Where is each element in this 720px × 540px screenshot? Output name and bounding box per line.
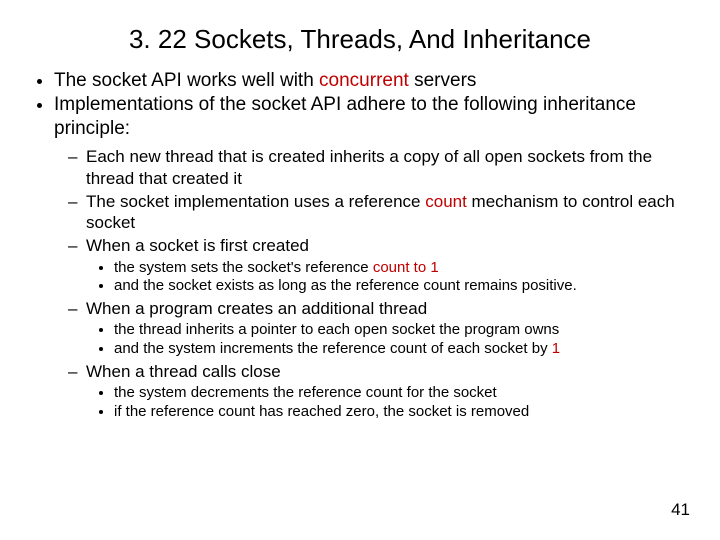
subsub-list-1: the system sets the socket's reference c… bbox=[86, 259, 692, 297]
sub-3: When a socket is first created the syste… bbox=[86, 235, 692, 296]
sub-5: When a thread calls close the system dec… bbox=[86, 361, 692, 422]
subsub-5b: if the reference count has reached zero,… bbox=[114, 403, 692, 422]
slide: 3. 22 Sockets, Threads, And Inheritance … bbox=[0, 0, 720, 540]
highlight-count-to-1: count to 1 bbox=[373, 259, 439, 276]
slide-title: 3. 22 Sockets, Threads, And Inheritance bbox=[28, 24, 692, 55]
sub-4: When a program creates an additional thr… bbox=[86, 298, 692, 359]
highlight-1: 1 bbox=[552, 340, 560, 357]
sub-2: The socket implementation uses a referen… bbox=[86, 191, 692, 234]
sub-list: Each new thread that is created inherits… bbox=[54, 146, 692, 421]
subsub-3a: the system sets the socket's reference c… bbox=[114, 259, 692, 278]
subsub-list-3: the system decrements the reference coun… bbox=[86, 384, 692, 422]
highlight-concurrent: concurrent bbox=[319, 70, 409, 91]
bullet-2: Implementations of the socket API adhere… bbox=[54, 93, 692, 422]
sub-1: Each new thread that is created inherits… bbox=[86, 146, 692, 189]
subsub-list-2: the thread inherits a pointer to each op… bbox=[86, 321, 692, 359]
highlight-count: count bbox=[425, 192, 467, 211]
subsub-5a: the system decrements the reference coun… bbox=[114, 384, 692, 403]
bullet-list: The socket API works well with concurren… bbox=[28, 69, 692, 422]
page-number: 41 bbox=[671, 500, 690, 520]
subsub-3b: and the socket exists as long as the ref… bbox=[114, 277, 692, 296]
subsub-4b: and the system increments the reference … bbox=[114, 340, 692, 359]
bullet-1: The socket API works well with concurren… bbox=[54, 69, 692, 93]
subsub-4a: the thread inherits a pointer to each op… bbox=[114, 321, 692, 340]
